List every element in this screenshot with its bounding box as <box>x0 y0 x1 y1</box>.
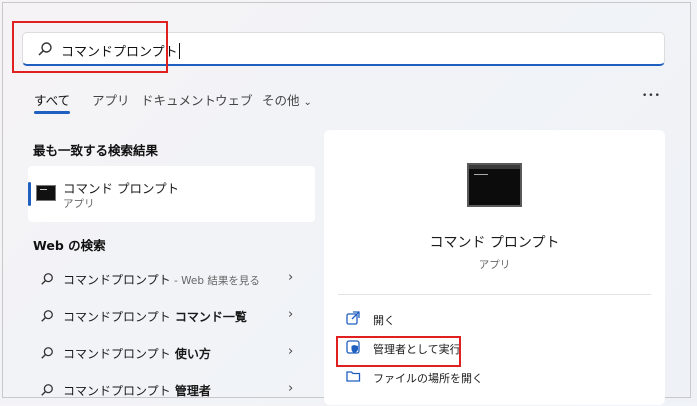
divider <box>338 294 651 295</box>
open-icon <box>346 311 360 325</box>
active-tab-indicator <box>34 111 70 114</box>
best-match-type: アプリ <box>63 198 95 210</box>
open-action-label: 開く <box>373 314 395 327</box>
chevron-right-icon: › <box>288 381 294 396</box>
web-result-item[interactable]: コマンドプロンプト - Web 結果を見る › <box>28 263 315 295</box>
chevron-right-icon: › <box>288 344 294 359</box>
command-prompt-icon <box>36 185 56 201</box>
open-file-location-label: ファイルの場所を開く <box>373 372 483 385</box>
best-match-title: コマンド プロンプト <box>63 181 180 196</box>
open-file-location-action[interactable]: ファイルの場所を開く <box>346 367 546 389</box>
web-result-item[interactable]: コマンドプロンプト 管理者 › <box>28 374 315 406</box>
tab-other-label: その他 <box>262 93 300 108</box>
tab-web[interactable]: ウェブ <box>215 90 253 109</box>
tab-all[interactable]: すべて <box>34 90 70 109</box>
detail-title: コマンド プロンプト <box>429 235 560 251</box>
best-match-heading: 最も一致する検索結果 <box>33 143 159 158</box>
tab-other[interactable]: その他 ⌄ <box>262 90 312 109</box>
run-as-admin-highlight-box <box>336 336 461 367</box>
folder-icon <box>346 371 361 382</box>
web-search-heading: Web の検索 <box>33 238 106 253</box>
web-result-label: コマンドプロンプト - Web 結果を見る <box>63 273 260 287</box>
web-result-label: コマンドプロンプト 管理者 <box>63 384 211 398</box>
search-icon <box>41 273 53 285</box>
chevron-down-icon: ⌄ <box>303 97 312 108</box>
search-icon <box>41 384 53 396</box>
tab-apps[interactable]: アプリ <box>92 90 130 109</box>
web-result-label: コマンドプロンプト 使い方 <box>63 347 211 361</box>
search-icon <box>41 347 53 359</box>
selection-indicator <box>28 182 31 206</box>
more-options-button[interactable]: ••• <box>642 91 661 101</box>
search-highlight-box <box>12 21 168 73</box>
command-prompt-large-icon <box>467 163 522 207</box>
chevron-right-icon: › <box>288 270 294 285</box>
web-result-label: コマンドプロンプト コマンド一覧 <box>63 310 247 324</box>
detail-type: アプリ <box>478 259 511 271</box>
search-icon <box>41 310 53 322</box>
web-result-item[interactable]: コマンドプロンプト コマンド一覧 › <box>28 300 315 332</box>
best-match-item[interactable]: コマンド プロンプト アプリ <box>28 166 315 222</box>
tab-documents[interactable]: ドキュメント <box>141 90 216 109</box>
chevron-right-icon: › <box>288 307 294 322</box>
open-action[interactable]: 開く <box>346 309 546 331</box>
web-result-item[interactable]: コマンドプロンプト 使い方 › <box>28 337 315 369</box>
